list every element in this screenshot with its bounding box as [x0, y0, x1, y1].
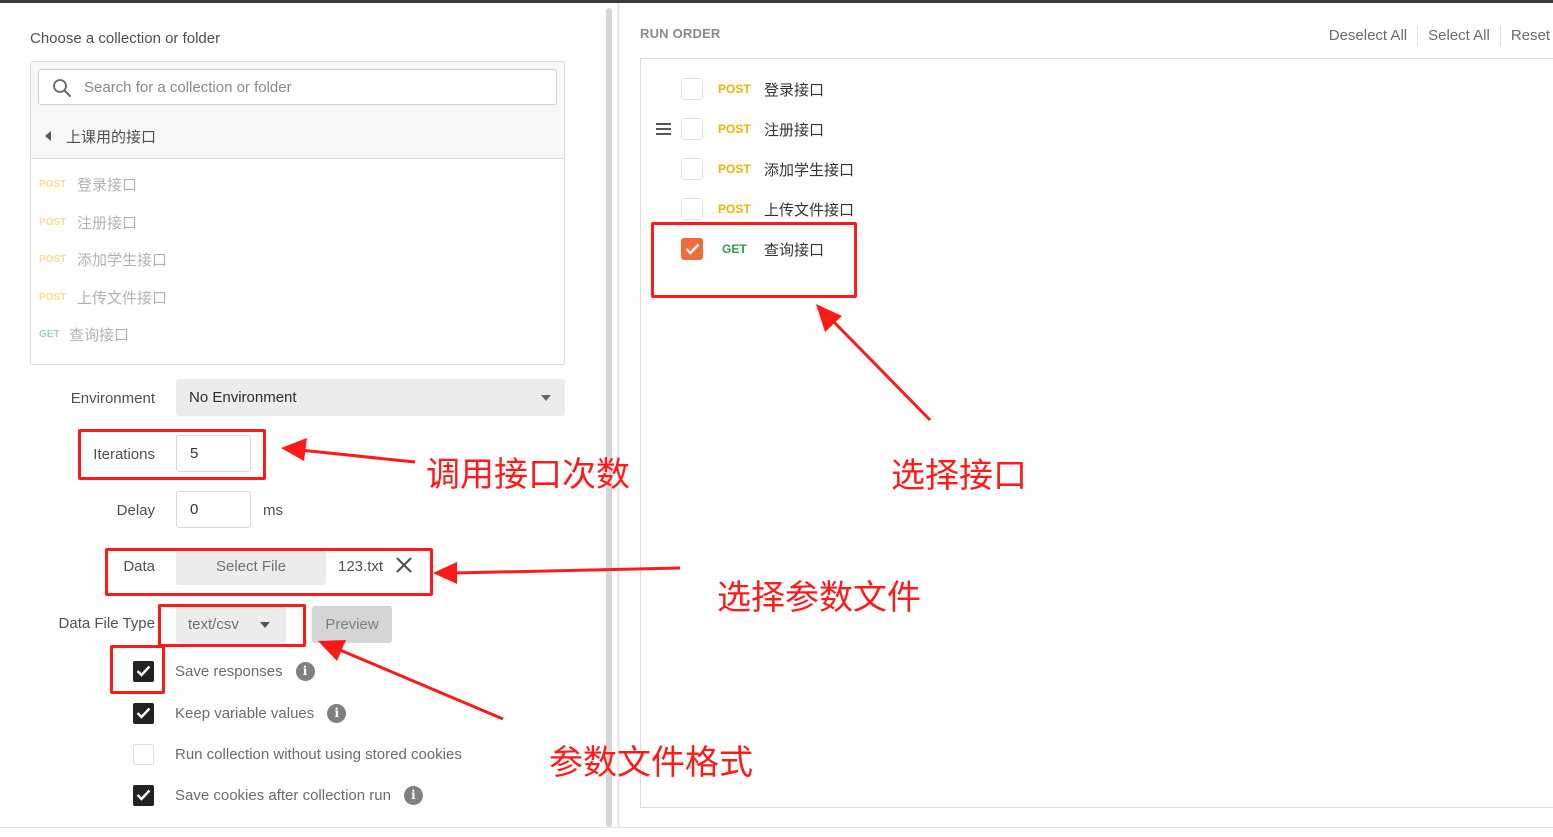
run-item-checkbox[interactable]	[681, 198, 703, 220]
method-badge: POST	[39, 291, 67, 303]
request-name: 注册接口	[764, 121, 825, 139]
option-label: Run collection without using stored cook…	[175, 745, 462, 763]
list-item[interactable]: POST 上传文件接口	[39, 279, 167, 317]
request-name: 添加学生接口	[77, 252, 168, 270]
keep-variable-values-checkbox[interactable]	[133, 702, 154, 724]
run-item-checkbox[interactable]	[681, 158, 703, 180]
folder-back-row[interactable]: 上课用的接口	[45, 125, 156, 147]
info-icon[interactable]: i	[403, 785, 423, 805]
drag-handle-icon[interactable]	[656, 123, 671, 135]
environment-label: Environment	[70, 390, 155, 407]
method-badge: POST	[39, 216, 67, 228]
delay-unit: ms	[263, 502, 283, 519]
list-item[interactable]: POST 注册接口	[39, 204, 167, 242]
chevron-down-icon	[541, 395, 551, 401]
checkmark-icon	[136, 789, 151, 801]
save-cookies-option[interactable]: Save cookies after collection run i	[133, 784, 423, 806]
delay-label: Delay	[116, 502, 155, 519]
data-file-type-label: Data File Type	[58, 615, 155, 632]
run-order-item[interactable]: POST 注册接口	[681, 117, 824, 141]
request-list: POST 登录接口 POST 注册接口 POST 添加学生接口 POST 上传文…	[39, 166, 167, 354]
environment-select[interactable]: No Environment	[176, 379, 565, 416]
request-name: 上传文件接口	[77, 289, 168, 307]
deselect-all-button[interactable]: Deselect All	[1319, 26, 1417, 46]
info-icon[interactable]: i	[327, 703, 347, 723]
checkmark-icon	[136, 707, 151, 719]
caret-left-icon[interactable]	[45, 131, 51, 141]
search-input[interactable]	[84, 77, 544, 97]
select-api-annotation: 选择接口	[891, 456, 1027, 496]
method-badge: POST	[718, 162, 751, 176]
request-name: 添加学生接口	[764, 161, 855, 179]
save-cookies-checkbox[interactable]	[133, 784, 154, 806]
run-order-item[interactable]: POST 添加学生接口	[681, 157, 854, 181]
request-name: 上传文件接口	[764, 201, 855, 219]
iterations-annotation: 调用接口次数	[426, 455, 630, 495]
run-order-item[interactable]: POST 登录接口	[681, 77, 824, 101]
list-item[interactable]: POST 添加学生接口	[39, 241, 167, 279]
collection-settings-panel: Choose a collection or folder 上课用的接口 POS…	[0, 3, 606, 827]
environment-value: No Environment	[189, 389, 297, 406]
no-stored-cookies-checkbox[interactable]	[133, 743, 154, 765]
picker-header: 上课用的接口	[31, 62, 564, 159]
method-badge: POST	[39, 254, 67, 266]
method-badge: POST	[39, 179, 67, 191]
collection-picker: 上课用的接口 POST 登录接口 POST 注册接口 POST 添加学生接口 P…	[30, 61, 565, 365]
request-name: 查询接口	[69, 327, 130, 345]
info-icon[interactable]: i	[295, 661, 315, 681]
method-badge: POST	[718, 122, 751, 136]
select-api-highlight-box	[651, 222, 857, 298]
delay-input[interactable]	[176, 491, 251, 528]
data-file-annotation: 选择参数文件	[717, 578, 921, 618]
save-responses-highlight-box	[110, 645, 165, 694]
option-label: Save responses	[175, 662, 283, 680]
request-name: 注册接口	[77, 214, 138, 232]
keep-variable-values-option[interactable]: Keep variable values i	[133, 702, 347, 724]
folder-name: 上课用的接口	[66, 128, 157, 146]
run-item-checkbox[interactable]	[681, 118, 703, 140]
preview-button[interactable]: Preview	[312, 606, 392, 643]
request-name: 登录接口	[764, 81, 825, 99]
bottom-border	[0, 827, 1553, 828]
method-badge: POST	[718, 82, 751, 96]
search-icon	[53, 79, 71, 97]
panel-resize-handle[interactable]	[606, 8, 612, 827]
run-order-list: POST 登录接口 POST 注册接口 POST 添加学生接口 POST 上传文…	[640, 58, 1553, 808]
data-highlight-box	[105, 548, 433, 596]
file-format-annotation: 参数文件格式	[549, 743, 753, 783]
run-item-checkbox[interactable]	[681, 78, 703, 100]
iterations-highlight-box	[78, 429, 266, 480]
choose-collection-label: Choose a collection or folder	[30, 30, 221, 47]
run-order-item[interactable]: POST 上传文件接口	[681, 197, 854, 221]
list-item[interactable]: GET 查询接口	[39, 316, 167, 354]
reset-button[interactable]: Reset	[1499, 26, 1553, 46]
method-badge: POST	[718, 202, 751, 216]
list-item[interactable]: POST 登录接口	[39, 166, 167, 204]
file-type-highlight-box	[158, 604, 306, 647]
request-name: 登录接口	[77, 177, 138, 195]
option-label: Save cookies after collection run	[175, 786, 391, 804]
method-badge: GET	[39, 329, 60, 341]
run-order-title: RUN ORDER	[640, 26, 721, 41]
panel-divider	[617, 3, 620, 827]
option-label: Keep variable values	[175, 704, 315, 722]
run-order-actions: Deselect All Select All Reset	[1319, 26, 1553, 46]
search-box[interactable]	[38, 69, 557, 105]
no-stored-cookies-option[interactable]: Run collection without using stored cook…	[133, 743, 462, 765]
select-all-button[interactable]: Select All	[1417, 26, 1500, 46]
